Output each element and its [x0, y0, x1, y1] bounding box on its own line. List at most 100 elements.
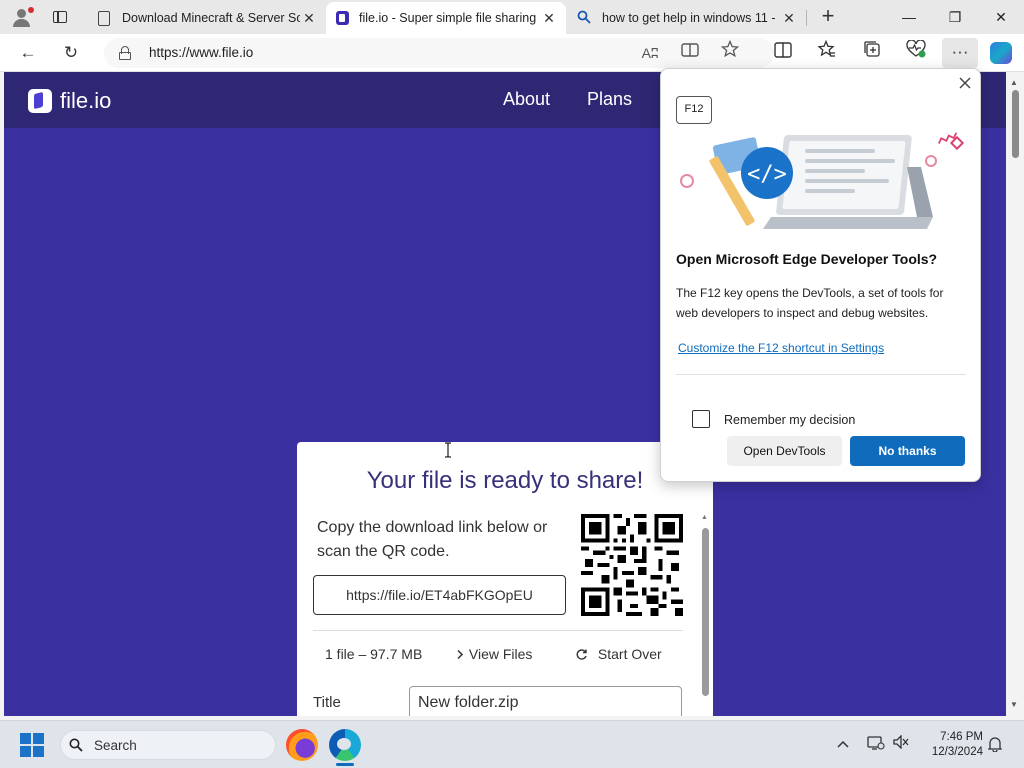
search-placeholder: Search: [94, 738, 137, 753]
remember-decision-label[interactable]: Remember my decision: [724, 413, 855, 427]
dialog-divider: [676, 374, 966, 375]
profile-icon: [17, 9, 26, 18]
customize-shortcut-link[interactable]: Customize the F12 shortcut in Settings: [678, 341, 884, 355]
scroll-up-arrow[interactable]: ▲: [1010, 78, 1018, 87]
devtools-dialog: F12 </> Open Microsoft Edge Developer To…: [660, 68, 981, 482]
settings-more-button[interactable]: ···: [942, 38, 978, 68]
site-logo[interactable]: file.io: [28, 88, 111, 114]
tab-actions-button[interactable]: [48, 6, 72, 28]
favorites-icon: [817, 39, 835, 57]
collections-icon: [864, 41, 880, 57]
view-files-button[interactable]: View Files: [455, 646, 532, 662]
browser-essentials-button[interactable]: [902, 39, 930, 67]
address-bar[interactable]: https://www.file.io Aʭ: [104, 38, 774, 68]
download-link-field[interactable]: https://file.io/ET4abFKGOpEU: [313, 575, 566, 615]
new-tab-button[interactable]: +: [815, 4, 841, 30]
refresh-icon: [576, 649, 587, 660]
close-tab-icon[interactable]: ✕: [540, 9, 558, 27]
nav-about-link[interactable]: About: [503, 89, 550, 110]
favorite-star-icon[interactable]: [717, 39, 743, 67]
start-over-label: Start Over: [597, 646, 662, 662]
nav-plans-link[interactable]: Plans: [587, 89, 632, 110]
chevron-up-icon[interactable]: [837, 735, 849, 751]
search-icon: [576, 10, 592, 26]
firefox-icon[interactable]: [286, 729, 318, 761]
active-app-indicator: [336, 763, 354, 766]
browser-toolbar: ← ↻ https://www.file.io Aʭ ···: [0, 34, 1024, 72]
tab-title: how to get help in windows 11 -: [602, 11, 776, 25]
taskbar: Search 7:46 PM 12/3/2024: [0, 720, 1024, 768]
f12-key-icon: F12: [676, 96, 712, 124]
collections-button[interactable]: [858, 39, 886, 67]
card-heading: Your file is ready to share!: [366, 467, 644, 494]
close-window-button[interactable]: ✕: [978, 0, 1024, 34]
start-over-button[interactable]: Start Over: [575, 646, 662, 662]
title-input[interactable]: New folder.zip: [409, 686, 682, 716]
tab-title: file.io - Super simple file sharing: [359, 11, 537, 25]
windows-start-button[interactable]: [20, 733, 44, 757]
tab-actions-icon: [53, 11, 67, 23]
view-files-label: View Files: [468, 646, 533, 662]
card-scrollbar-thumb[interactable]: [702, 528, 709, 696]
fileio-logo-icon: [28, 89, 52, 113]
title-label: Title: [313, 694, 341, 711]
clock-date: 12/3/2024: [931, 746, 983, 758]
card-description: Copy the download link below or scan the…: [317, 519, 548, 560]
taskbar-clock[interactable]: 7:46 PM 12/3/2024: [915, 730, 983, 760]
site-brand-name: file.io: [60, 88, 112, 113]
lock-icon[interactable]: [119, 46, 131, 60]
svg-text:</>: </>: [747, 162, 787, 187]
tab-title: Download Minecraft & Server Sof: [122, 11, 300, 25]
restore-button[interactable]: ❐: [932, 0, 978, 34]
read-aloud-icon[interactable]: Aʭ: [637, 39, 663, 67]
card-scroll-up-arrow[interactable]: ▲: [701, 514, 708, 521]
close-tab-icon[interactable]: ✕: [300, 9, 318, 27]
tab-minecraft[interactable]: Download Minecraft & Server Sof ✕: [86, 2, 326, 34]
search-icon: [69, 738, 83, 752]
no-thanks-button[interactable]: No thanks: [850, 436, 965, 466]
minimize-button[interactable]: —: [886, 0, 932, 34]
profile-icon-body: [13, 19, 30, 27]
page-scrollbar[interactable]: ▲ ▼: [1006, 72, 1024, 716]
network-icon[interactable]: [867, 735, 885, 754]
url-text[interactable]: https://www.file.io: [149, 45, 253, 60]
page-icon: [98, 10, 110, 26]
refresh-button[interactable]: ↻: [57, 39, 85, 67]
close-tab-icon[interactable]: ✕: [780, 9, 798, 27]
clock-time: 7:46 PM: [940, 731, 983, 743]
close-icon[interactable]: [955, 75, 975, 95]
copilot-icon[interactable]: [990, 42, 1012, 64]
tab-windows-help[interactable]: how to get help in windows 11 - ✕: [566, 2, 806, 34]
dialog-title: Open Microsoft Edge Developer Tools?: [676, 251, 938, 267]
favorites-button[interactable]: [813, 39, 841, 67]
dialog-body: The F12 key opens the DevTools, a set of…: [676, 286, 944, 320]
lock-body: [119, 52, 131, 60]
notification-dot: [28, 7, 34, 13]
back-button[interactable]: ←: [14, 39, 42, 67]
share-card: Your file is ready to share! Copy the do…: [297, 442, 713, 716]
volume-muted-icon[interactable]: [893, 734, 909, 752]
profile-button[interactable]: [8, 5, 36, 29]
chevron-right-icon: [457, 649, 464, 660]
fileio-favicon: [336, 11, 349, 25]
open-devtools-button[interactable]: Open DevTools: [727, 436, 842, 466]
split-screen-button[interactable]: [769, 39, 797, 67]
windows-logo-pane: [33, 746, 44, 757]
notification-bell-icon[interactable]: [987, 736, 1003, 755]
immersive-reader-icon[interactable]: [677, 39, 703, 67]
tab-strip: Download Minecraft & Server Sof ✕ file.i…: [0, 0, 1024, 34]
tab-separator: [806, 10, 807, 26]
windows-logo-pane: [33, 733, 44, 744]
file-info: 1 file – 97.7 MB: [325, 646, 423, 662]
split-screen-icon: [774, 42, 792, 58]
remember-decision-checkbox[interactable]: [692, 410, 710, 428]
edge-icon[interactable]: [329, 729, 361, 761]
tab-fileio[interactable]: file.io - Super simple file sharing ✕: [326, 2, 566, 34]
card-divider: [313, 630, 683, 631]
devtools-illustration: </>: [680, 132, 965, 229]
taskbar-search[interactable]: Search: [60, 730, 276, 760]
windows-logo-icon: [20, 733, 31, 744]
scroll-down-arrow[interactable]: ▼: [1010, 700, 1018, 709]
page-scrollbar-thumb[interactable]: [1012, 90, 1019, 158]
windows-logo-pane: [20, 746, 31, 757]
